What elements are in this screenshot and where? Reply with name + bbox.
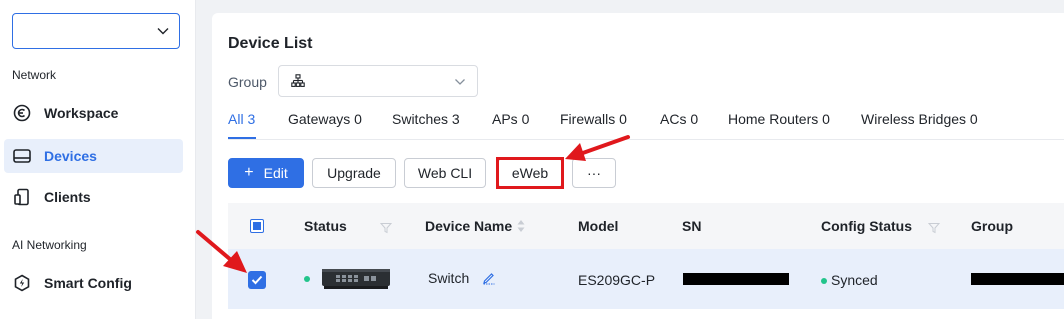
column-header-model: Model (578, 218, 619, 234)
column-header-config-status[interactable]: Config Status (821, 218, 912, 234)
tab-aps[interactable]: APs 0 (492, 111, 529, 127)
clients-icon (12, 187, 32, 207)
upgrade-button[interactable]: Upgrade (312, 158, 396, 188)
page-title: Device List (228, 35, 313, 52)
table-row[interactable]: Switch ES209GC-P Synced (228, 249, 1064, 309)
project-select[interactable] (12, 13, 180, 49)
tabs-divider (228, 139, 1064, 140)
sidebar-item-label: Clients (44, 189, 91, 205)
workspace-icon (12, 103, 32, 123)
group-label: Group (228, 74, 267, 90)
tab-switches[interactable]: Switches 3 (392, 111, 460, 127)
plus-icon: + (244, 164, 254, 181)
tab-gateways[interactable]: Gateways 0 (288, 111, 362, 127)
config-status-cell: Synced (831, 272, 878, 288)
annotation-arrow-eweb (565, 135, 630, 161)
devices-icon (12, 146, 32, 166)
sidebar-item-workspace[interactable]: Workspace (4, 96, 183, 130)
column-header-group: Group (971, 218, 1013, 234)
sort-icon[interactable] (516, 219, 526, 238)
section-label-network: Network (12, 68, 57, 82)
tab-wireless-bridges[interactable]: Wireless Bridges 0 (861, 111, 978, 127)
filter-icon[interactable] (379, 221, 393, 239)
device-name-cell: Switch (428, 270, 470, 286)
sidebar-item-label: Workspace (44, 105, 119, 121)
model-cell: ES209GC-P (578, 272, 656, 288)
chevron-down-icon (155, 23, 171, 44)
synced-status-dot (821, 278, 827, 284)
table-header: Status Device Name Model SN Config Statu… (228, 203, 1064, 249)
tab-acs[interactable]: ACs 0 (660, 111, 698, 127)
group-redacted (971, 273, 1064, 285)
device-list-card: Device List Group All 3 Gateways 0 Switc… (212, 13, 1064, 319)
column-header-status[interactable]: Status (304, 218, 347, 234)
online-status-dot (304, 276, 310, 282)
annotation-highlight-box (496, 157, 564, 189)
hierarchy-icon (291, 74, 305, 93)
sidebar: Network Workspace Devices Clients AI Net… (0, 0, 196, 319)
sidebar-item-smart-config[interactable]: Smart Config (4, 266, 183, 300)
edit-button-label: Edit (263, 165, 288, 181)
filter-icon[interactable] (927, 221, 941, 239)
section-label-ai-networking: AI Networking (12, 238, 87, 252)
column-header-sn: SN (682, 218, 702, 234)
annotation-arrow-checkbox (196, 230, 247, 273)
edit-button[interactable]: + Edit (228, 158, 304, 188)
tab-firewalls[interactable]: Firewalls 0 (560, 111, 627, 127)
tab-all[interactable]: All 3 (228, 111, 255, 127)
switch-device-icon (320, 265, 392, 294)
web-cli-button[interactable]: Web CLI (404, 158, 486, 188)
sn-redacted (683, 273, 789, 285)
sidebar-item-clients[interactable]: Clients (4, 180, 183, 214)
sidebar-item-devices[interactable]: Devices (4, 139, 183, 173)
chevron-down-icon (453, 75, 467, 94)
column-header-device-name[interactable]: Device Name (425, 218, 512, 234)
tab-home-routers[interactable]: Home Routers 0 (728, 111, 830, 127)
smart-config-icon (12, 273, 32, 293)
group-select[interactable] (278, 65, 478, 97)
edit-pencil-icon[interactable] (482, 271, 496, 288)
sidebar-item-label: Devices (44, 148, 97, 164)
sidebar-item-label: Smart Config (44, 275, 132, 291)
